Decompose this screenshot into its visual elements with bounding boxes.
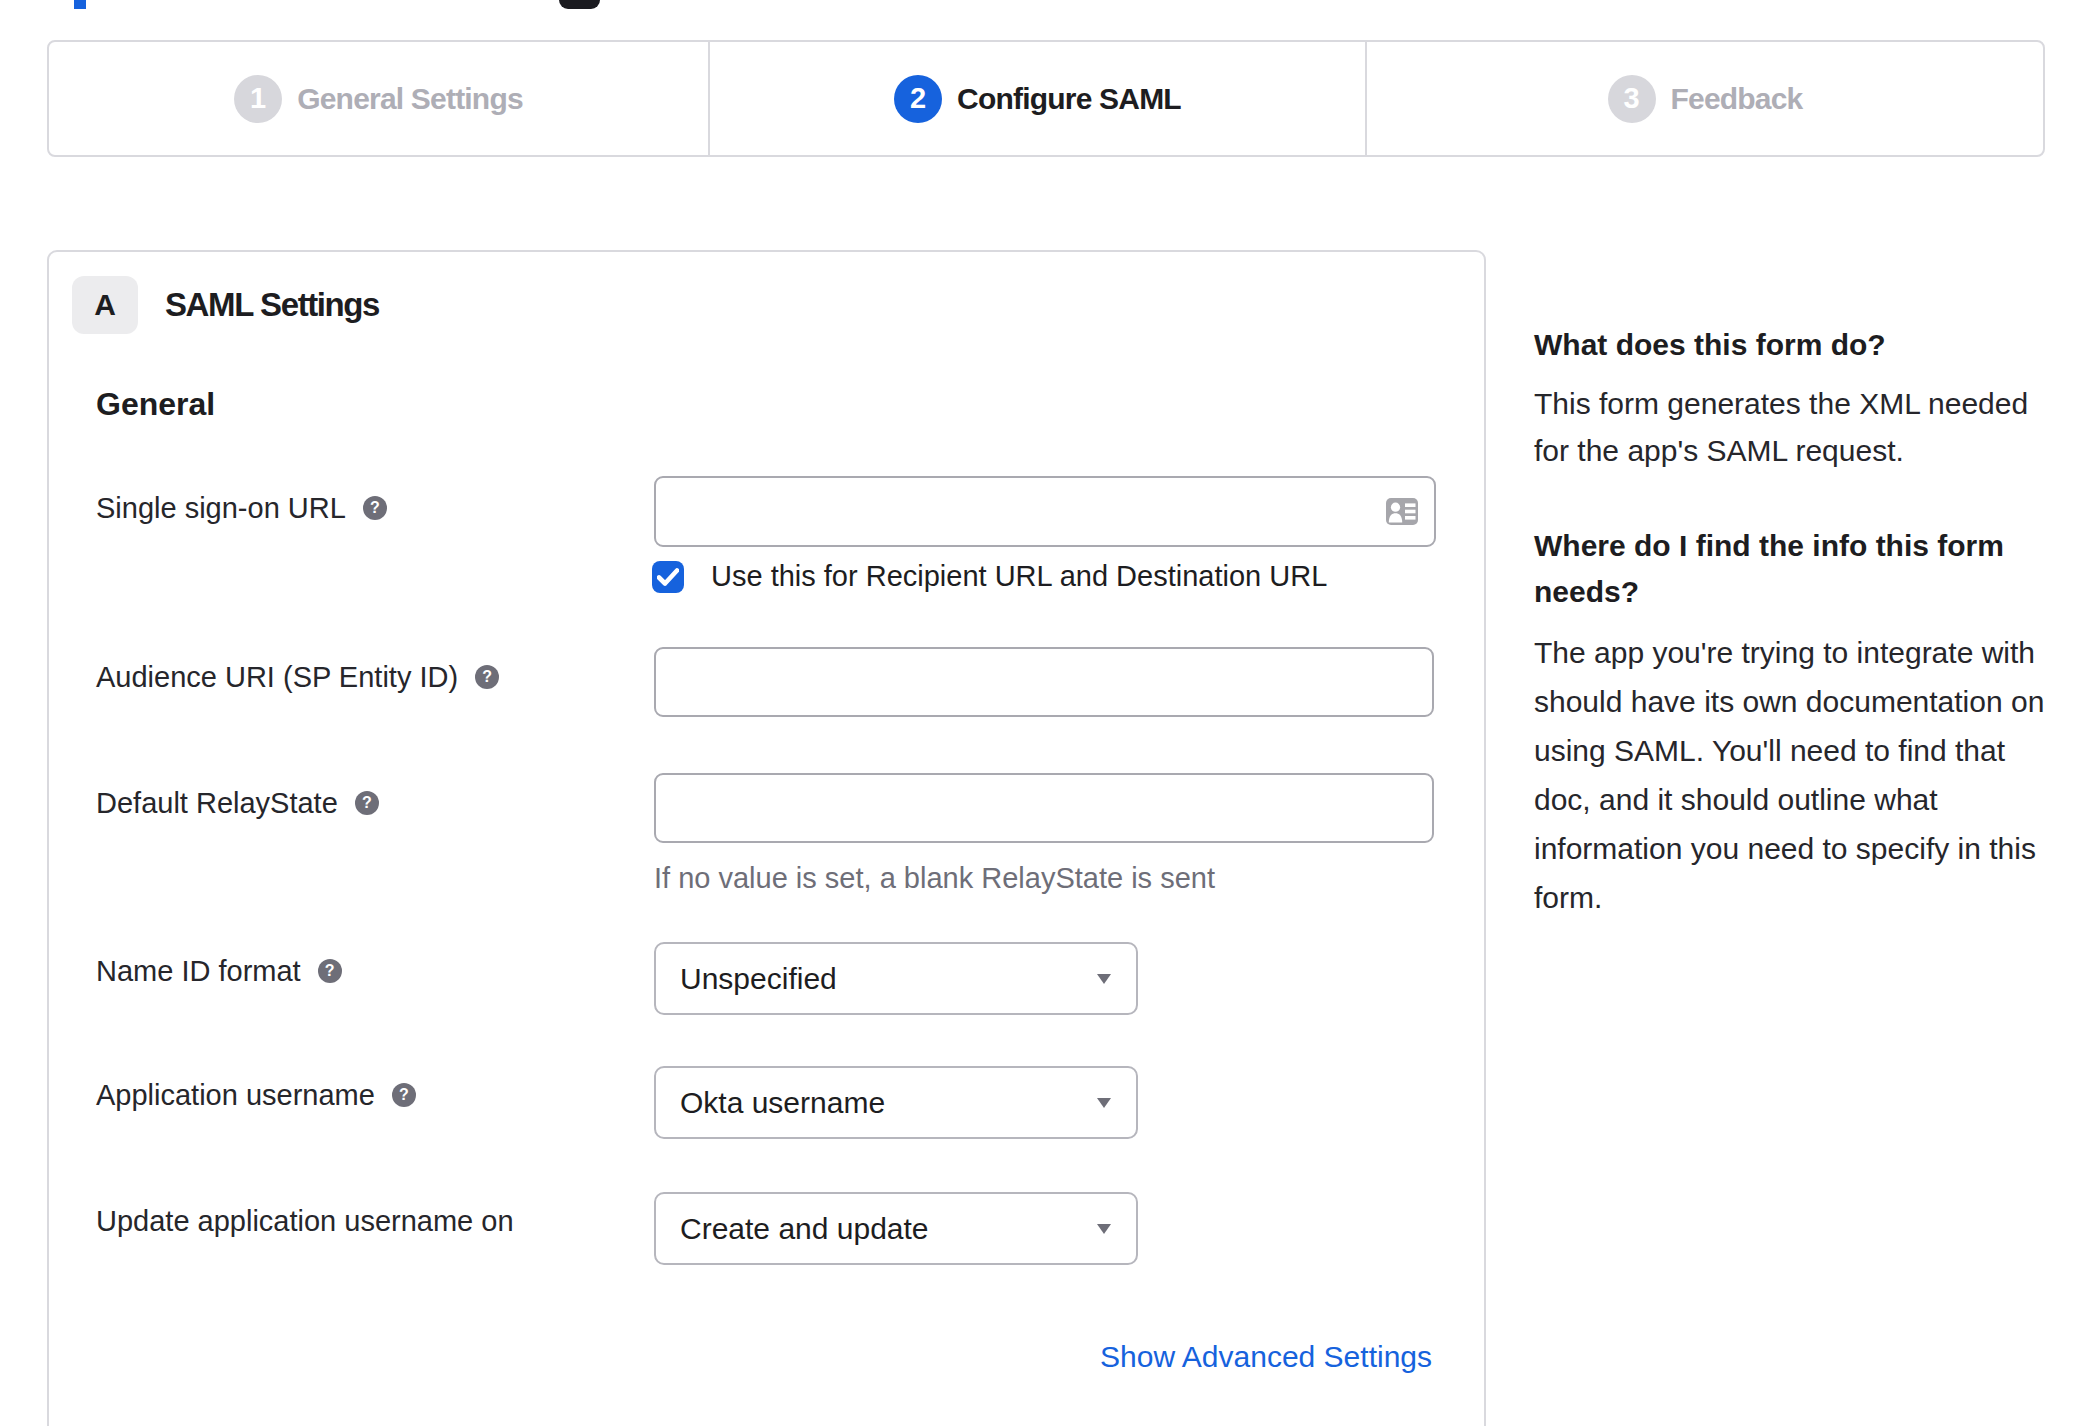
step-general-settings[interactable]: 1 General Settings: [49, 42, 708, 155]
autofill-contact-icon[interactable]: [1386, 498, 1418, 525]
single-sign-on-url-label: Single sign-on URL ?: [96, 489, 387, 527]
name-id-format-label-text: Name ID format: [96, 952, 301, 990]
application-username-label: Application username ?: [96, 1076, 416, 1114]
help-glyph: ?: [325, 952, 335, 990]
step-2-label: Configure SAML: [957, 82, 1181, 116]
single-sign-on-url-label-text: Single sign-on URL: [96, 489, 346, 527]
sidebar-paragraph-form-purpose: This form generates the XML needed for t…: [1534, 380, 2028, 474]
step-1-label: General Settings: [297, 82, 523, 116]
default-relaystate-input[interactable]: [654, 773, 1434, 843]
step-configure-saml[interactable]: 2 Configure SAML: [708, 42, 1365, 155]
section-letter-badge: A: [72, 276, 138, 334]
default-relaystate-helper-text: If no value is set, a blank RelayState i…: [654, 862, 1215, 895]
help-glyph: ?: [362, 784, 372, 822]
show-advanced-settings-link[interactable]: Show Advanced Settings: [1100, 1340, 1432, 1374]
audience-uri-input[interactable]: [654, 647, 1434, 717]
audience-uri-label: Audience URI (SP Entity ID) ?: [96, 658, 499, 696]
help-icon[interactable]: ?: [392, 1083, 416, 1107]
name-id-format-select[interactable]: Unspecified: [654, 942, 1138, 1015]
name-id-format-value: Unspecified: [680, 962, 837, 996]
step-1-number-badge: 1: [234, 75, 282, 123]
chevron-down-icon: [1097, 974, 1111, 984]
recipient-url-checkbox-row: Use this for Recipient URL and Destinati…: [652, 560, 1327, 593]
audience-uri-label-text: Audience URI (SP Entity ID): [96, 658, 458, 696]
cropped-blue-glyph-fragment: [74, 0, 86, 9]
update-application-username-on-label: Update application username on: [96, 1202, 514, 1240]
help-glyph: ?: [482, 658, 492, 696]
step-3-number-badge: 3: [1608, 75, 1656, 123]
cropped-title-glyph-fragment: [559, 0, 600, 9]
help-glyph: ?: [370, 489, 380, 527]
step-feedback[interactable]: 3 Feedback: [1365, 42, 2043, 155]
chevron-down-icon: [1097, 1224, 1111, 1234]
sidebar-paragraph-find-info: The app you're trying to integrate with …: [1534, 628, 2044, 922]
section-title: SAML Settings: [165, 276, 379, 334]
checkmark-icon: [657, 568, 679, 586]
help-icon[interactable]: ?: [363, 496, 387, 520]
step-3-label: Feedback: [1671, 82, 1803, 116]
chevron-down-icon: [1097, 1098, 1111, 1108]
help-glyph: ?: [399, 1076, 409, 1114]
update-application-username-on-label-text: Update application username on: [96, 1202, 514, 1240]
application-username-value: Okta username: [680, 1086, 885, 1120]
step-2-number-badge: 2: [894, 75, 942, 123]
sidebar-heading-where-do-i-find-info: Where do I find the info this form needs…: [1534, 523, 2004, 615]
default-relaystate-label-text: Default RelayState: [96, 784, 338, 822]
sidebar-heading-what-does-this-form-do: What does this form do?: [1534, 322, 1886, 368]
application-username-select[interactable]: Okta username: [654, 1066, 1138, 1139]
update-application-username-on-value: Create and update: [680, 1212, 929, 1246]
default-relaystate-label: Default RelayState ?: [96, 784, 379, 822]
single-sign-on-url-input[interactable]: [654, 476, 1436, 547]
wizard-stepper: 1 General Settings 2 Configure SAML 3 Fe…: [47, 40, 2045, 157]
help-icon[interactable]: ?: [318, 959, 342, 983]
help-icon[interactable]: ?: [475, 665, 499, 689]
saml-settings-card: A SAML Settings General Single sign-on U…: [47, 250, 1486, 1426]
name-id-format-label: Name ID format ?: [96, 952, 342, 990]
general-group-heading: General: [96, 385, 215, 423]
update-application-username-on-select[interactable]: Create and update: [654, 1192, 1138, 1265]
recipient-url-checkbox-label[interactable]: Use this for Recipient URL and Destinati…: [711, 560, 1327, 593]
help-icon[interactable]: ?: [355, 791, 379, 815]
application-username-label-text: Application username: [96, 1076, 375, 1114]
recipient-url-checkbox[interactable]: [652, 561, 684, 593]
